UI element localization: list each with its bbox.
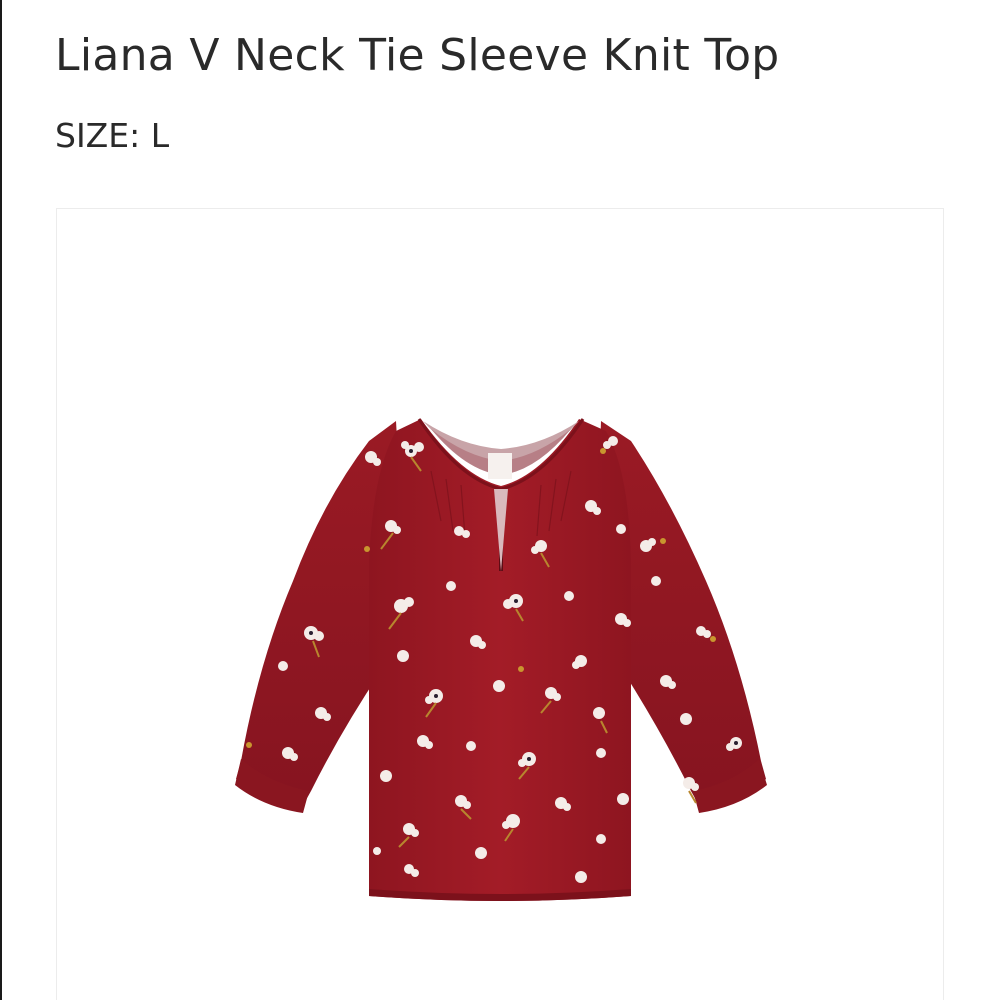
product-title: Liana V Neck Tie Sleeve Knit Top bbox=[55, 30, 780, 81]
product-image bbox=[235, 418, 767, 901]
product-image-frame[interactable] bbox=[56, 208, 944, 1000]
size-info: SIZE: L bbox=[55, 116, 169, 155]
size-label: SIZE: bbox=[55, 116, 141, 155]
garment-label bbox=[488, 453, 512, 479]
left-edge-border bbox=[0, 0, 2, 1000]
size-value: L bbox=[150, 116, 170, 155]
